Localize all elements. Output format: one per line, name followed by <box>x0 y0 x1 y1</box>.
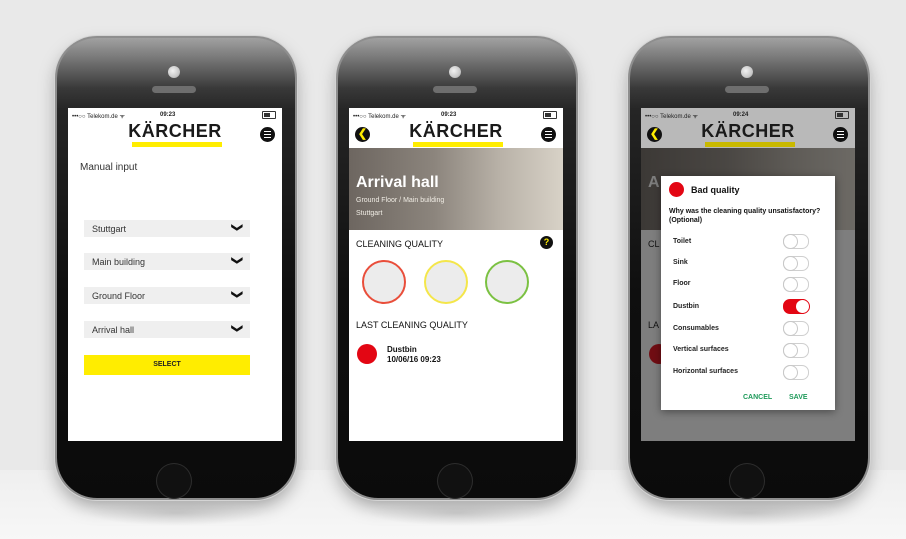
chevron-down-icon: ❯ <box>230 222 243 233</box>
clock: 09:23 <box>160 112 176 118</box>
carrier-label: •••○○ Telekom.de ᯤ <box>353 114 406 120</box>
toggle-sink[interactable] <box>783 256 809 271</box>
clock: 09:24 <box>733 112 749 118</box>
last-quality-entry: Dustbin 10/06/16 09:23 <box>387 345 441 365</box>
floor-dropdown[interactable]: Ground Floor ❯ <box>84 287 250 304</box>
front-camera <box>741 66 753 78</box>
toggle-horizontal-surfaces[interactable] <box>783 365 809 380</box>
battery-icon <box>543 111 557 119</box>
clock: 09:23 <box>441 112 457 118</box>
page-title: Manual input <box>80 162 138 173</box>
back-button[interactable]: ❮ <box>647 127 662 142</box>
quality-good-button[interactable] <box>485 260 529 304</box>
option-label-vertical-surfaces: Vertical surfaces <box>673 346 729 353</box>
option-label-horizontal-surfaces: Horizontal surfaces <box>673 368 738 375</box>
quality-bad-button[interactable] <box>362 260 406 304</box>
save-button[interactable]: SAVE <box>789 394 808 401</box>
toggle-consumables[interactable] <box>783 321 809 336</box>
building-dropdown[interactable]: Main building ❯ <box>84 253 250 270</box>
karcher-logo: KÄRCHER <box>409 121 503 141</box>
speaker-grille <box>433 86 477 93</box>
location-dropdown[interactable]: Stuttgart ❯ <box>84 220 250 237</box>
last-item: Dustbin <box>387 345 417 354</box>
dialog-title: Bad quality <box>691 185 740 195</box>
logo-underline <box>132 142 222 147</box>
help-icon[interactable]: ? <box>540 236 553 249</box>
room-hero-image: Arrival hall Ground Floor / Main buildin… <box>349 148 563 230</box>
room-path: Ground Floor / Main building <box>356 197 445 204</box>
karcher-logo: KÄRCHER <box>128 121 222 141</box>
back-button[interactable]: ❮ <box>355 127 370 142</box>
battery-icon <box>262 111 276 119</box>
app-header: ❮ KÄRCHER <box>641 121 855 148</box>
speaker-grille <box>725 86 769 93</box>
home-button[interactable] <box>437 463 473 499</box>
chevron-down-icon: ❯ <box>230 255 243 266</box>
app-header: KÄRCHER <box>68 121 282 148</box>
select-button[interactable]: SELECT <box>84 355 250 375</box>
chevron-down-icon: ❯ <box>230 289 243 300</box>
phone-1: •••○○ Telekom.de ᯤ 09:23 KÄRCHER Manual … <box>57 38 295 526</box>
bad-quality-dot-icon <box>669 182 684 197</box>
toggle-floor[interactable] <box>783 277 809 292</box>
screen-room-detail: •••○○ Telekom.de ᯤ 09:23 ❮ KÄRCHER Arriv… <box>349 108 563 441</box>
battery-icon <box>835 111 849 119</box>
speaker-grille <box>152 86 196 93</box>
last-quality-title: LAST CLEANING QUALITY <box>356 320 468 330</box>
option-label-toilet: Toilet <box>673 238 692 245</box>
quality-medium-button[interactable] <box>424 260 468 304</box>
cleaning-quality-title: CLEANING QUALITY <box>356 239 444 249</box>
option-label-floor: Floor <box>673 280 691 287</box>
phone-3: •••○○ Telekom.de ᯤ 09:24 ❮ KÄRCHER A CL … <box>630 38 868 526</box>
toggle-dustbin[interactable] <box>783 299 810 314</box>
option-label-sink: Sink <box>673 259 688 266</box>
toggle-vertical-surfaces[interactable] <box>783 343 809 358</box>
logo-underline <box>705 142 795 147</box>
carrier-label: •••○○ Telekom.de ᯤ <box>645 114 698 120</box>
phone-2: •••○○ Telekom.de ᯤ 09:23 ❮ KÄRCHER Arriv… <box>338 38 576 526</box>
chevron-down-icon: ❯ <box>230 323 243 334</box>
home-button[interactable] <box>156 463 192 499</box>
bad-quality-dot-icon <box>357 344 377 364</box>
front-camera <box>168 66 180 78</box>
toggle-toilet[interactable] <box>783 234 809 249</box>
option-label-consumables: Consumables <box>673 325 719 332</box>
menu-button[interactable] <box>833 127 848 142</box>
home-button[interactable] <box>729 463 765 499</box>
menu-button[interactable] <box>541 127 556 142</box>
room-city: Stuttgart <box>356 210 383 217</box>
front-camera <box>449 66 461 78</box>
carrier-label: •••○○ Telekom.de ᯤ <box>72 114 125 120</box>
app-header: ❮ KÄRCHER <box>349 121 563 148</box>
menu-button[interactable] <box>260 127 275 142</box>
dialog-question: Why was the cleaning quality unsatisfact… <box>669 208 821 224</box>
karcher-logo: KÄRCHER <box>701 121 795 141</box>
cancel-button[interactable]: CANCEL <box>743 394 772 401</box>
room-dropdown[interactable]: Arrival hall ❯ <box>84 321 250 338</box>
logo-underline <box>413 142 503 147</box>
screen-manual-input: •••○○ Telekom.de ᯤ 09:23 KÄRCHER Manual … <box>68 108 282 441</box>
screen-bad-quality-dialog: •••○○ Telekom.de ᯤ 09:24 ❮ KÄRCHER A CL … <box>641 108 855 441</box>
bad-quality-dialog: Bad quality Why was the cleaning quality… <box>661 176 835 410</box>
room-title: Arrival hall <box>356 174 439 191</box>
option-label-dustbin: Dustbin <box>673 303 700 310</box>
last-date: 10/06/16 09:23 <box>387 355 441 364</box>
